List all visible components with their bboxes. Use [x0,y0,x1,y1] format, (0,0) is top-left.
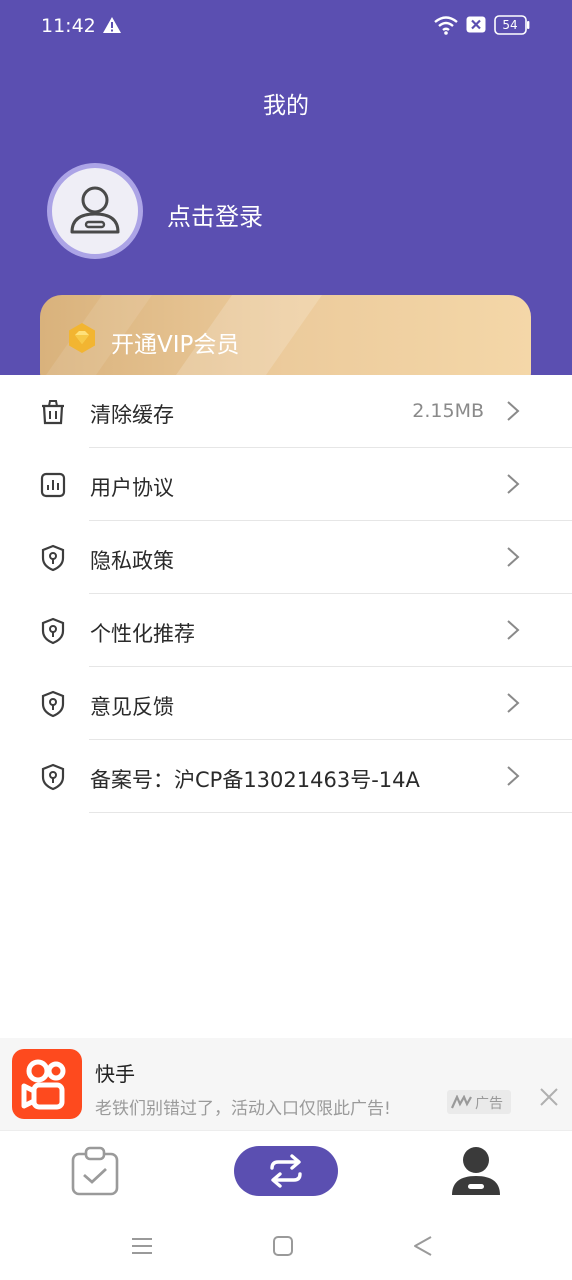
shield-icon [41,690,65,718]
ad-description: 老铁们别错过了，活动入口仅限此广告! [95,1099,391,1119]
user-icon [70,186,120,234]
chevron-right-icon [507,474,520,494]
chevron-right-icon [507,401,520,421]
chevron-right-icon [507,547,520,567]
menu-item-label: 隐私政策 [90,549,174,573]
chart-doc-icon [40,472,66,498]
menu-item-label: 意见反馈 [90,695,174,719]
tab-switch[interactable] [234,1146,338,1196]
ad-badge-label: 广告 [475,1096,503,1112]
profile-tab-icon[interactable] [450,1145,502,1197]
menu-item-user-agreement[interactable]: 用户协议 [0,448,572,521]
close-icon[interactable] [538,1086,560,1108]
battery-level: 54 [502,18,518,32]
ad-network-icon [451,1095,472,1109]
divider [89,812,572,813]
menu-icon[interactable] [131,1236,153,1256]
clipboard-check-icon[interactable] [70,1145,120,1197]
settings-list: 清除缓存 2.15MB 用户协议 隐私政策 个性化推荐 意见反馈 备案号：沪CP… [0,375,572,813]
chevron-right-icon [507,693,520,713]
status-time: 11:42 [41,15,96,37]
ad-badge: 广告 [447,1090,511,1114]
menu-item-privacy-policy[interactable]: 隐私政策 [0,521,572,594]
menu-item-label: 备案号：沪CP备13021463号-14A [90,768,420,792]
ad-title: 快手 [95,1062,135,1086]
bottom-tab-bar [0,1130,572,1211]
shield-icon [41,763,65,791]
shield-icon [41,544,65,572]
battery-icon: 54 [494,15,530,35]
login-link[interactable]: 点击登录 [167,197,263,232]
menu-item-feedback[interactable]: 意见反馈 [0,667,572,740]
profile-header: 11:42 54 我的 点击登录 开通VIP会员 [0,0,572,395]
kuaishou-logo [12,1049,82,1119]
menu-item-personalized-recommendation[interactable]: 个性化推荐 [0,594,572,667]
home-square-icon[interactable] [272,1235,294,1257]
system-nav-bar [0,1210,572,1280]
menu-item-label: 用户协议 [90,476,174,500]
warning-icon [103,17,121,33]
avatar[interactable] [47,163,143,259]
app-root: 11:42 54 我的 点击登录 开通VIP会员 清除缓存 2.15MB 用户协… [0,0,572,1280]
wifi-icon [434,16,458,35]
back-triangle-icon[interactable] [412,1234,434,1258]
page-title: 我的 [263,93,309,119]
vip-label: 开通VIP会员 [111,332,240,358]
menu-item-icp-record[interactable]: 备案号：沪CP备13021463号-14A [0,740,572,813]
trash-icon [42,400,64,425]
no-sim-icon [466,16,486,33]
status-bar: 11:42 54 [0,0,572,52]
cache-size-value: 2.15MB [412,400,484,422]
swap-arrows-icon [270,1154,302,1188]
chevron-right-icon [507,620,520,640]
chevron-right-icon [507,766,520,786]
diamond-badge-icon [69,323,95,353]
menu-item-label: 清除缓存 [90,403,174,427]
menu-item-label: 个性化推荐 [90,622,195,646]
shield-icon [41,617,65,645]
ad-banner[interactable]: 快手 老铁们别错过了，活动入口仅限此广告! 广告 [0,1038,572,1130]
menu-item-clear-cache[interactable]: 清除缓存 2.15MB [0,375,572,448]
